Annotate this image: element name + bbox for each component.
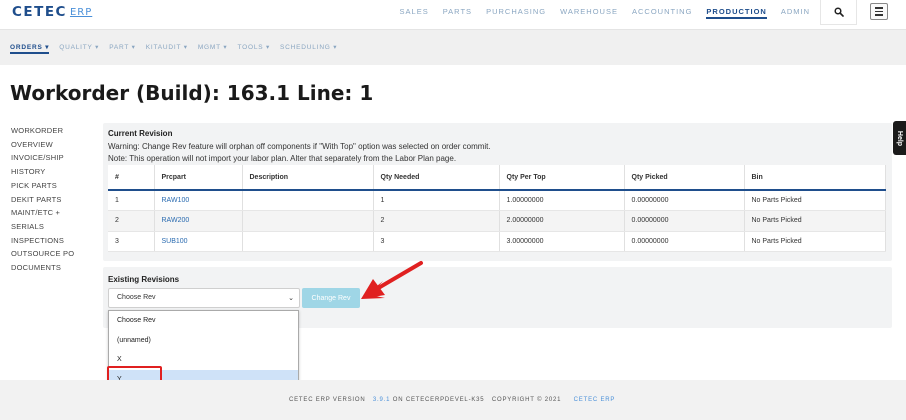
main-nav: SALES PARTS PURCHASING WAREHOUSE ACCOUNT… xyxy=(400,7,810,19)
col-header-qty-needed[interactable]: Qty Needed xyxy=(373,165,500,191)
cell-qty-picked: 0.00000000 xyxy=(624,231,745,252)
page-title: Workorder (Build): 163.1 Line: 1 xyxy=(10,81,374,105)
subnav-mgmt[interactable]: MGMT ▾ xyxy=(198,43,228,54)
col-header-qty-per-top[interactable]: Qty Per Top xyxy=(499,165,625,191)
hamburger-icon-bar xyxy=(875,7,883,9)
side-menu-history[interactable]: HISTORY xyxy=(11,165,101,179)
nav-admin[interactable]: ADMIN xyxy=(781,7,810,19)
logo-suffix: ERP xyxy=(69,7,93,18)
sub-navbar: ORDERS ▾ QUALITY ▾ PART ▾ KITAUDIT ▾ MGM… xyxy=(0,29,906,65)
side-menu-maint-etc[interactable]: MAINT/ETC + xyxy=(11,206,101,220)
cell-qty-needed: 1 xyxy=(373,190,500,211)
nav-warehouse[interactable]: WAREHOUSE xyxy=(560,7,618,19)
search-icon xyxy=(833,7,844,17)
subnav-kitaudit[interactable]: KITAUDIT ▾ xyxy=(146,43,188,54)
option-unnamed[interactable]: (unnamed) xyxy=(109,331,298,351)
table-row: 2 RAW200 2 2.00000000 0.00000000 No Part… xyxy=(108,210,886,232)
nav-parts[interactable]: PARTS xyxy=(443,7,472,19)
top-navbar: CETEC ERP SALES PARTS PURCHASING WAREHOUS… xyxy=(0,0,906,29)
col-header-qty-picked[interactable]: Qty Picked xyxy=(624,165,745,191)
cell-qty-per-top: 3.00000000 xyxy=(499,231,625,252)
footer-copyright: COPYRIGHT © 2021 xyxy=(491,397,562,403)
current-revision-title: Current Revision xyxy=(108,129,173,138)
workorder-side-menu: WORKORDER OVERVIEW INVOICE/SHIP HISTORY … xyxy=(11,124,101,275)
cell-bin: No Parts Picked xyxy=(744,231,886,252)
help-tab-label: Help xyxy=(896,130,904,146)
cell-qty-per-top: 2.00000000 xyxy=(499,210,625,232)
side-menu-pick-parts[interactable]: PICK PARTS xyxy=(11,179,101,193)
revision-parts-table: # Prcpart Description Qty Needed Qty Per… xyxy=(108,165,886,252)
cetec-logo[interactable]: CETEC ERP xyxy=(12,4,92,20)
cell-bin: No Parts Picked xyxy=(744,190,886,211)
side-menu-overview[interactable]: OVERVIEW xyxy=(11,138,101,152)
cell-number: 1 xyxy=(108,190,155,211)
cell-qty-needed: 3 xyxy=(373,231,500,252)
change-rev-button[interactable]: Change Rev xyxy=(302,288,360,308)
chevron-down-icon: ⌄ xyxy=(288,295,294,302)
footer-version-link[interactable]: 3.9.1 xyxy=(373,397,390,403)
prcpart-link[interactable]: SUB100 xyxy=(154,231,243,252)
cell-number: 3 xyxy=(108,231,155,252)
current-revision-panel: Current Revision Warning: Change Rev fea… xyxy=(103,123,892,261)
subnav-scheduling[interactable]: SCHEDULING ▾ xyxy=(280,43,337,54)
revision-select-value: Choose Rev xyxy=(117,294,156,301)
side-menu-outsource-po[interactable]: OUTSOURCE PO xyxy=(11,247,101,261)
subnav-tools[interactable]: TOOLS ▾ xyxy=(237,43,270,54)
side-menu-dekit-parts[interactable]: DEKIT PARTS xyxy=(11,193,101,207)
subnav-quality[interactable]: QUALITY ▾ xyxy=(59,43,99,54)
side-menu-inspections[interactable]: INSPECTIONS xyxy=(11,234,101,248)
footer-brand-link[interactable]: CETEC ERP xyxy=(574,397,616,403)
col-header-number[interactable]: # xyxy=(108,165,155,191)
annotation-arrow-icon xyxy=(361,261,423,299)
col-header-bin[interactable]: Bin xyxy=(744,165,886,191)
table-row: 3 SUB100 3 3.00000000 0.00000000 No Part… xyxy=(108,231,886,252)
cell-number: 2 xyxy=(108,210,155,232)
nav-purchasing[interactable]: PURCHASING xyxy=(486,7,546,19)
side-menu-invoice-ship[interactable]: INVOICE/SHIP xyxy=(11,151,101,165)
nav-accounting[interactable]: ACCOUNTING xyxy=(632,7,692,19)
option-choose-rev[interactable]: Choose Rev xyxy=(109,311,298,331)
side-menu-workorder[interactable]: WORKORDER xyxy=(11,124,101,138)
cell-qty-per-top: 1.00000000 xyxy=(499,190,625,211)
subnav-orders[interactable]: ORDERS ▾ xyxy=(10,43,50,54)
hamburger-icon-bar xyxy=(875,10,883,13)
labor-plan-note: Note: This operation will not import you… xyxy=(108,154,457,163)
prcpart-link[interactable]: RAW100 xyxy=(154,190,243,211)
help-tab[interactable]: Help xyxy=(893,121,906,155)
cell-qty-picked: 0.00000000 xyxy=(624,190,745,211)
side-menu-serials[interactable]: SERIALS xyxy=(11,220,101,234)
page-footer: CETEC ERP VERSION 3.9.1 ON CETECERPDEVEL… xyxy=(0,380,906,420)
nav-production[interactable]: PRODUCTION xyxy=(706,7,767,19)
col-header-prcpart[interactable]: Prcpart xyxy=(154,165,243,191)
hamburger-menu-button[interactable] xyxy=(870,3,888,20)
prcpart-link[interactable]: RAW200 xyxy=(154,210,243,232)
revision-select[interactable]: Choose Rev ⌄ xyxy=(108,288,300,308)
table-header-row: # Prcpart Description Qty Needed Qty Per… xyxy=(108,165,886,191)
nav-sales[interactable]: SALES xyxy=(400,7,429,19)
logo-text: CETEC xyxy=(12,4,67,20)
footer-host: ON CETECERPDEVEL-K35 xyxy=(392,397,485,403)
table-row: 1 RAW100 1 1.00000000 0.00000000 No Part… xyxy=(108,190,886,211)
hamburger-icon-bar xyxy=(875,14,883,16)
existing-revisions-title: Existing Revisions xyxy=(108,275,180,284)
cell-description xyxy=(242,210,374,232)
cell-description xyxy=(242,231,374,252)
search-button[interactable] xyxy=(820,0,857,25)
cell-description xyxy=(242,190,374,211)
col-header-description[interactable]: Description xyxy=(242,165,374,191)
cell-qty-needed: 2 xyxy=(373,210,500,232)
subnav-part[interactable]: PART ▾ xyxy=(109,43,136,54)
side-menu-documents[interactable]: DOCUMENTS xyxy=(11,261,101,275)
footer-version-label: CETEC ERP VERSION xyxy=(289,397,366,403)
change-rev-warning: Warning: Change Rev feature will orphan … xyxy=(108,142,491,151)
cell-qty-picked: 0.00000000 xyxy=(624,210,745,232)
cell-bin: No Parts Picked xyxy=(744,210,886,232)
